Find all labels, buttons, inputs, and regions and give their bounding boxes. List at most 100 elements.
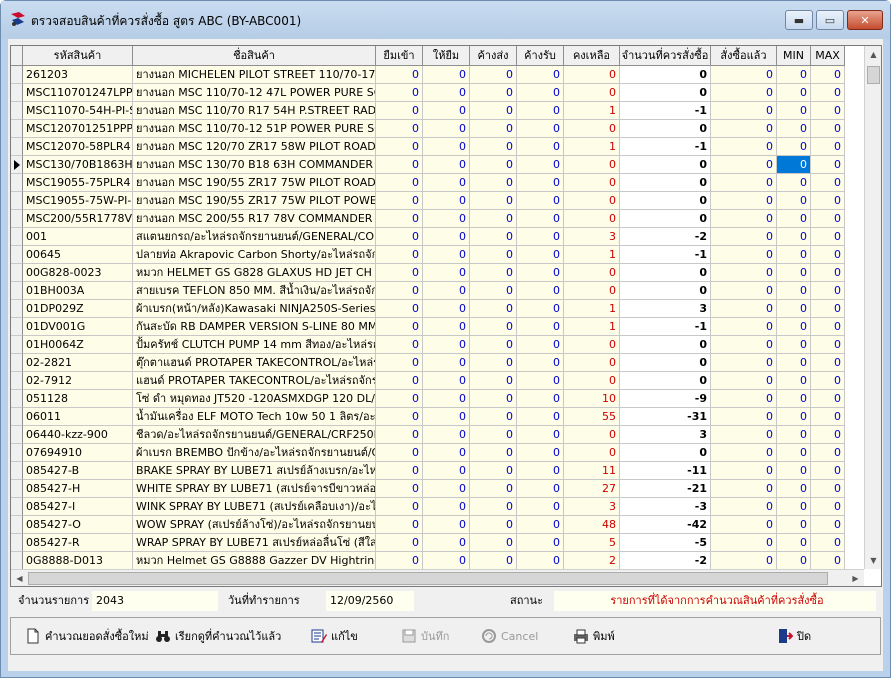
cell-pending-send[interactable]: 0: [470, 408, 517, 426]
cell-pending-send[interactable]: 0: [470, 120, 517, 138]
cell-min[interactable]: 0: [777, 444, 811, 462]
table-row[interactable]: 01BH003A สายเบรค TEFLON 850 MM. สีน้ำเงิน…: [11, 282, 845, 300]
cell-code[interactable]: 085427-B: [23, 462, 133, 480]
cell-lend[interactable]: 0: [423, 408, 470, 426]
cell-name[interactable]: ยางนอก MSC 110/70-12 51P POWER PURE SC/a: [133, 120, 376, 138]
table-row[interactable]: 085427-I WINK SPRAY BY LUBE71 (สเปรย์เคลื…: [11, 498, 845, 516]
cell-pending-receive[interactable]: 0: [517, 318, 564, 336]
cell-ordered[interactable]: 0: [711, 408, 777, 426]
cell-pending-receive[interactable]: 0: [517, 138, 564, 156]
cell-pending-send[interactable]: 0: [470, 84, 517, 102]
cell-code[interactable]: 0G8888-D013: [23, 552, 133, 570]
cell-min[interactable]: 0: [777, 174, 811, 192]
cell-remaining[interactable]: 1: [564, 102, 620, 120]
cell-lend[interactable]: 0: [423, 102, 470, 120]
cell-max[interactable]: 0: [811, 210, 845, 228]
cell-remaining[interactable]: 1: [564, 318, 620, 336]
row-indicator[interactable]: [11, 408, 23, 426]
cell-should-order[interactable]: -2: [620, 228, 711, 246]
cell-min[interactable]: 0: [777, 246, 811, 264]
table-row[interactable]: 00645 ปลายท่อ Akrapovic Carbon Shorty/อะไ…: [11, 246, 845, 264]
cell-min[interactable]: 0: [777, 516, 811, 534]
cell-code[interactable]: MSC11070-54H-PI-SF: [23, 102, 133, 120]
row-indicator[interactable]: [11, 498, 23, 516]
cell-name[interactable]: ยางนอก MSC 110/70 R17 54H P.STREET RADIA…: [133, 102, 376, 120]
cell-min[interactable]: 0: [777, 552, 811, 570]
cell-code[interactable]: 02-2821: [23, 354, 133, 372]
cell-pending-send[interactable]: 0: [470, 372, 517, 390]
cell-pending-receive[interactable]: 0: [517, 102, 564, 120]
cell-remaining[interactable]: 1: [564, 246, 620, 264]
cell-min[interactable]: 0: [777, 534, 811, 552]
cell-max[interactable]: 0: [811, 426, 845, 444]
cell-pending-receive[interactable]: 0: [517, 336, 564, 354]
cell-code[interactable]: 085427-I: [23, 498, 133, 516]
cell-pending-send[interactable]: 0: [470, 516, 517, 534]
cell-should-order[interactable]: -1: [620, 246, 711, 264]
table-row[interactable]: MSC19055-75W-PI-PF ยางนอก MSC 190/55 ZR17…: [11, 192, 845, 210]
cell-pending-receive[interactable]: 0: [517, 372, 564, 390]
column-header[interactable]: ค้างรับ: [517, 46, 564, 66]
cell-max[interactable]: 0: [811, 192, 845, 210]
cell-max[interactable]: 0: [811, 84, 845, 102]
cell-borrow-in[interactable]: 0: [376, 444, 423, 462]
cell-code[interactable]: 02-7912: [23, 372, 133, 390]
cell-code[interactable]: 051128: [23, 390, 133, 408]
cell-pending-receive[interactable]: 0: [517, 390, 564, 408]
cell-pending-send[interactable]: 0: [470, 66, 517, 84]
cell-max[interactable]: 0: [811, 480, 845, 498]
cell-max[interactable]: 0: [811, 264, 845, 282]
cell-max[interactable]: 0: [811, 138, 845, 156]
cell-max[interactable]: 0: [811, 462, 845, 480]
items-grid[interactable]: รหัสสินค้า ชื่อสินค้า ยืมเข้า ให้ยืม ค้างส่ง…: [10, 45, 882, 587]
cell-lend[interactable]: 0: [423, 462, 470, 480]
cell-name[interactable]: ตุ๊กตาแฮนด์ PROTAPER TAKECONTROL/อะไหล่ร…: [133, 354, 376, 372]
cell-ordered[interactable]: 0: [711, 300, 777, 318]
table-row[interactable]: 085427-H WHITE SPRAY BY LUBE71 (สเปรย์จาร…: [11, 480, 845, 498]
row-indicator[interactable]: [11, 390, 23, 408]
cell-max[interactable]: 0: [811, 300, 845, 318]
cell-max[interactable]: 0: [811, 102, 845, 120]
column-header[interactable]: ค้างส่ง: [470, 46, 517, 66]
cell-borrow-in[interactable]: 0: [376, 390, 423, 408]
row-indicator[interactable]: [11, 282, 23, 300]
cell-ordered[interactable]: 0: [711, 426, 777, 444]
cell-should-order[interactable]: 0: [620, 210, 711, 228]
cell-borrow-in[interactable]: 0: [376, 480, 423, 498]
cell-name[interactable]: ยางนอก MSC 120/70 ZR17 58W PILOT ROAD4 G: [133, 138, 376, 156]
row-indicator[interactable]: [11, 228, 23, 246]
cell-code[interactable]: 001: [23, 228, 133, 246]
cell-pending-receive[interactable]: 0: [517, 426, 564, 444]
row-indicator[interactable]: [11, 120, 23, 138]
cell-code[interactable]: MSC19055-75PLR4: [23, 174, 133, 192]
cell-name[interactable]: หมวก HELMET GS G828 GLAXUS HD JET CH GR: [133, 264, 376, 282]
cell-remaining[interactable]: 10: [564, 390, 620, 408]
row-indicator[interactable]: [11, 138, 23, 156]
row-indicator[interactable]: [11, 174, 23, 192]
close-window-button[interactable]: ✕: [847, 10, 883, 30]
cell-pending-send[interactable]: 0: [470, 318, 517, 336]
cell-pending-send[interactable]: 0: [470, 174, 517, 192]
cell-min[interactable]: 0: [777, 390, 811, 408]
cell-max[interactable]: 0: [811, 156, 845, 174]
cell-should-order[interactable]: -2: [620, 552, 711, 570]
cell-code[interactable]: 07694910: [23, 444, 133, 462]
cell-ordered[interactable]: 0: [711, 534, 777, 552]
row-indicator[interactable]: [11, 264, 23, 282]
cell-name[interactable]: ยางนอก MICHELEN PILOT STREET 110/70-17 F…: [133, 66, 376, 84]
cell-min[interactable]: 0: [777, 102, 811, 120]
cell-should-order[interactable]: 0: [620, 174, 711, 192]
cell-remaining[interactable]: 0: [564, 84, 620, 102]
row-indicator[interactable]: [11, 372, 23, 390]
cell-code[interactable]: MSC130/70B1863H: [23, 156, 133, 174]
column-header[interactable]: ให้ยืม: [423, 46, 470, 66]
cell-ordered[interactable]: 0: [711, 516, 777, 534]
cell-should-order[interactable]: -1: [620, 138, 711, 156]
row-indicator[interactable]: [11, 210, 23, 228]
cell-lend[interactable]: 0: [423, 318, 470, 336]
cell-pending-receive[interactable]: 0: [517, 444, 564, 462]
cell-code[interactable]: MSC200/55R1778V: [23, 210, 133, 228]
cell-borrow-in[interactable]: 0: [376, 102, 423, 120]
cell-pending-send[interactable]: 0: [470, 192, 517, 210]
cell-pending-send[interactable]: 0: [470, 426, 517, 444]
